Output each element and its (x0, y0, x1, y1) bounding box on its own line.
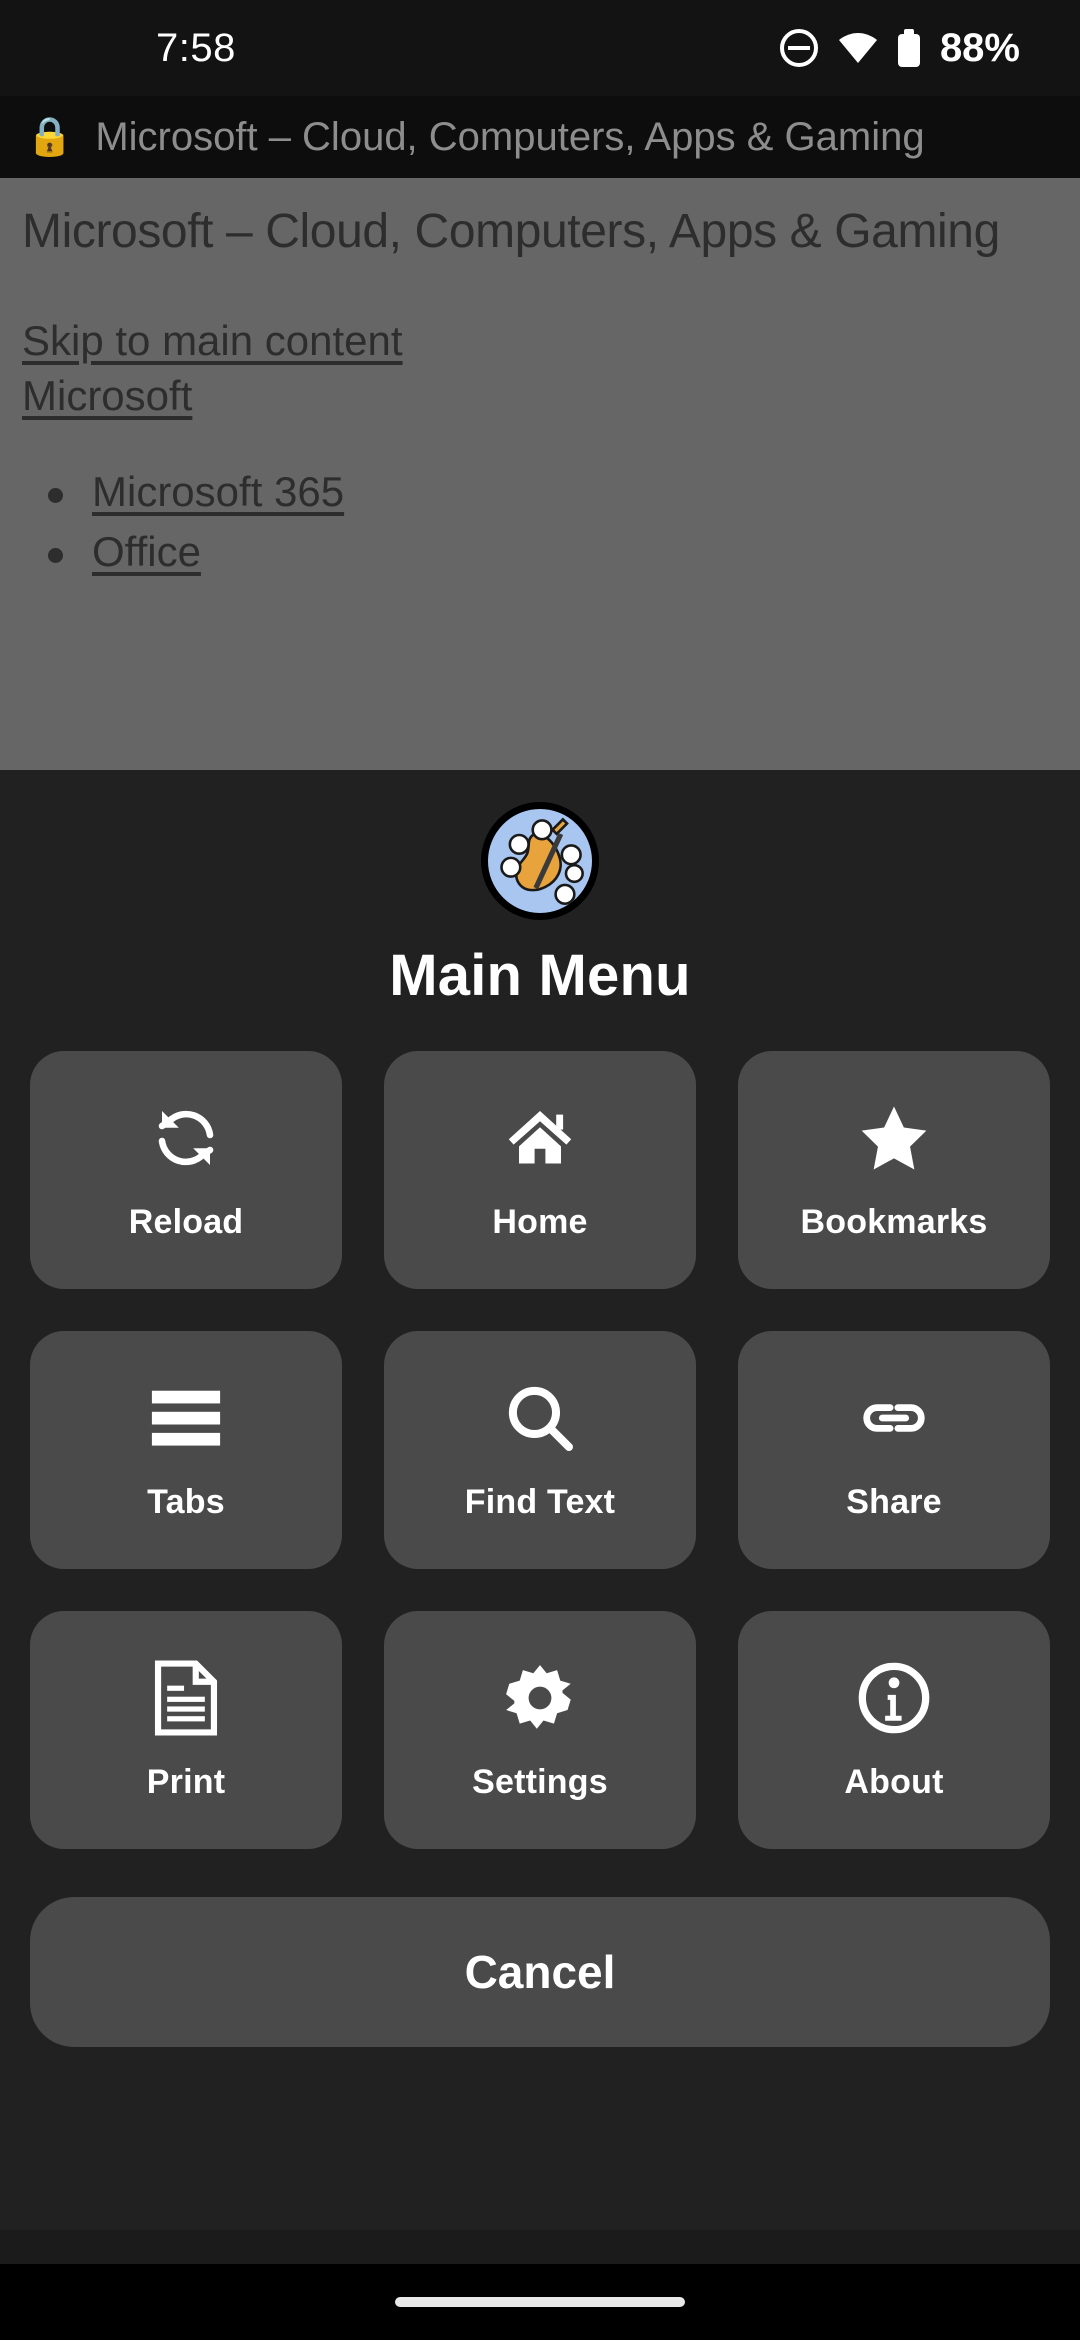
star-icon (855, 1099, 933, 1177)
system-navigation-bar (0, 2264, 1080, 2340)
menu-tile-label: Find Text (464, 1482, 616, 1521)
link-icon (855, 1379, 933, 1457)
do-not-disturb-icon (779, 29, 818, 67)
battery-icon (897, 29, 920, 67)
status-bar-clock: 7:58 (156, 25, 236, 70)
home-gesture-pill[interactable] (395, 2297, 685, 2307)
menu-tile-label: About (844, 1762, 944, 1801)
menu-tile-label: Bookmarks (800, 1202, 988, 1241)
menu-tile-print[interactable]: Print (30, 1611, 342, 1849)
info-circle-icon (855, 1659, 933, 1737)
menu-tile-label: Home (492, 1202, 588, 1241)
menu-tile-label: Print (146, 1762, 226, 1801)
hamburger-icon (147, 1379, 225, 1457)
search-icon (501, 1379, 579, 1457)
menu-tile-share[interactable]: Share (738, 1331, 1050, 1569)
menu-grid: Reload Home Bookmarks Tabs Find Text Sha… (30, 1051, 1050, 1849)
status-bar-icons: 88% (779, 25, 1032, 71)
document-icon (147, 1659, 225, 1737)
status-bar: 7:58 88% (0, 0, 1080, 96)
home-icon (501, 1099, 579, 1177)
cancel-button[interactable]: Cancel (30, 1897, 1050, 2047)
web-page-content: Microsoft – Cloud, Computers, Apps & Gam… (0, 178, 1080, 778)
menu-tile-settings[interactable]: Settings (384, 1611, 696, 1849)
menu-tile-tabs[interactable]: Tabs (30, 1331, 342, 1569)
menu-tile-bookmarks[interactable]: Bookmarks (738, 1051, 1050, 1289)
list-item[interactable]: Microsoft 365 (48, 462, 1058, 523)
site-nav-list: Microsoft 365 Office (48, 462, 1058, 584)
menu-title: Main Menu (389, 943, 691, 1008)
violin-clouds-app-icon (481, 802, 599, 920)
main-menu-sheet: Main Menu Reload Home Bookmarks Tabs Fin… (0, 770, 1080, 2230)
menu-tile-home[interactable]: Home (384, 1051, 696, 1289)
reload-icon (147, 1099, 225, 1177)
menu-tile-label: Tabs (147, 1482, 225, 1521)
menu-tile-about[interactable]: About (738, 1611, 1050, 1849)
nav-link-office[interactable]: Office (92, 528, 201, 575)
microsoft-home-link[interactable]: Microsoft (22, 368, 1058, 423)
lock-icon: 🔒 (26, 116, 74, 158)
menu-tile-reload[interactable]: Reload (30, 1051, 342, 1289)
nav-link-microsoft-365[interactable]: Microsoft 365 (92, 468, 344, 515)
page-title-label: Microsoft – Cloud, Computers, Apps & Gam… (95, 114, 925, 159)
menu-tile-find-text[interactable]: Find Text (384, 1331, 696, 1569)
gear-icon (501, 1659, 579, 1737)
wifi-icon (838, 29, 878, 67)
browser-title-bar[interactable]: 🔒 Microsoft – Cloud, Computers, Apps & G… (0, 96, 1080, 178)
page-heading: Microsoft – Cloud, Computers, Apps & Gam… (22, 205, 1000, 258)
menu-tile-label: Settings (472, 1762, 608, 1801)
phone-screen: 7:58 88% 🔒 Microsoft – Cloud, Computers,… (0, 0, 1080, 2340)
battery-percent-label: 88% (939, 25, 1020, 70)
menu-tile-label: Reload (128, 1202, 244, 1241)
skip-to-main-content-link[interactable]: Skip to main content (22, 313, 1058, 368)
menu-tile-label: Share (846, 1482, 942, 1521)
list-item[interactable]: Office (48, 522, 1058, 583)
